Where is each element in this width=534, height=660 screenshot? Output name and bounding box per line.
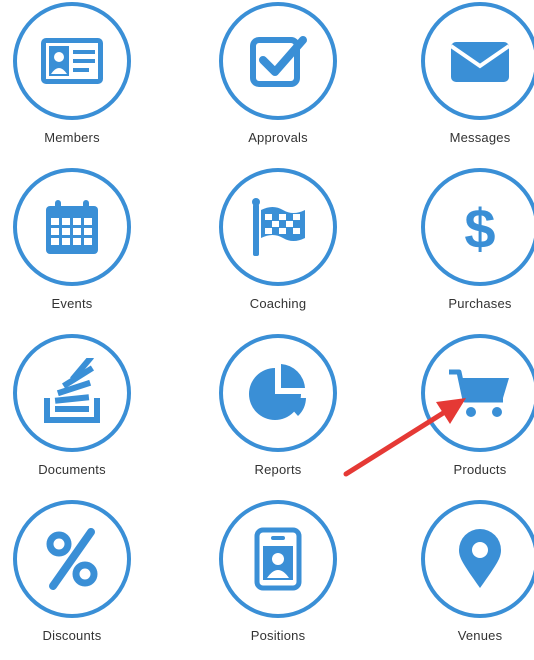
tile-label-messages: Messages	[449, 130, 511, 145]
positions-circle	[219, 500, 337, 618]
tile-label-coaching: Coaching	[249, 296, 307, 311]
products-circle	[421, 334, 534, 452]
tile-label-purchases: Purchases	[448, 296, 512, 311]
discounts-circle	[13, 500, 131, 618]
svg-text:$: $	[464, 197, 495, 260]
tile-coaching[interactable]: Coaching	[208, 168, 348, 328]
tile-label-documents: Documents	[38, 462, 106, 477]
tile-purchases[interactable]: $ Purchases	[410, 168, 534, 328]
coaching-circle	[219, 168, 337, 286]
venues-circle	[421, 500, 534, 618]
tile-documents[interactable]: Documents	[2, 334, 142, 494]
tile-products[interactable]: Products	[410, 334, 534, 494]
tile-messages[interactable]: Messages	[410, 2, 534, 162]
document-stack-icon	[44, 358, 100, 423]
shopping-cart-icon	[449, 369, 509, 417]
pie-chart-icon	[249, 364, 306, 420]
tile-venues[interactable]: Venues	[410, 500, 534, 660]
tile-discounts[interactable]: Discounts	[2, 500, 142, 660]
calendar-icon	[46, 200, 98, 254]
tile-label-discounts: Discounts	[42, 628, 102, 643]
id-card-icon	[41, 38, 103, 84]
tile-events[interactable]: Events	[2, 168, 142, 328]
tile-label-events: Events	[51, 296, 93, 311]
documents-circle	[13, 334, 131, 452]
messages-circle	[421, 2, 534, 120]
dollar-icon: $	[464, 197, 495, 260]
tile-positions[interactable]: Positions	[208, 500, 348, 660]
tile-label-venues: Venues	[457, 628, 503, 643]
checkbox-icon	[250, 36, 307, 87]
tile-label-reports: Reports	[254, 462, 302, 477]
reports-circle	[219, 334, 337, 452]
checkered-flag-icon	[252, 198, 305, 256]
approvals-circle	[219, 2, 337, 120]
events-circle	[13, 168, 131, 286]
tile-reports[interactable]: Reports	[208, 334, 348, 494]
percent-icon	[46, 528, 98, 590]
tile-label-products: Products	[453, 462, 507, 477]
tile-approvals[interactable]: Approvals	[208, 2, 348, 162]
tile-members[interactable]: Members	[2, 2, 142, 162]
map-pin-icon	[459, 529, 501, 588]
envelope-icon	[449, 42, 511, 82]
purchases-circle: $	[421, 168, 534, 286]
members-circle	[13, 2, 131, 120]
tile-label-approvals: Approvals	[248, 130, 308, 145]
badge-icon	[254, 527, 302, 591]
tile-label-members: Members	[44, 130, 100, 145]
tile-label-positions: Positions	[250, 628, 306, 643]
